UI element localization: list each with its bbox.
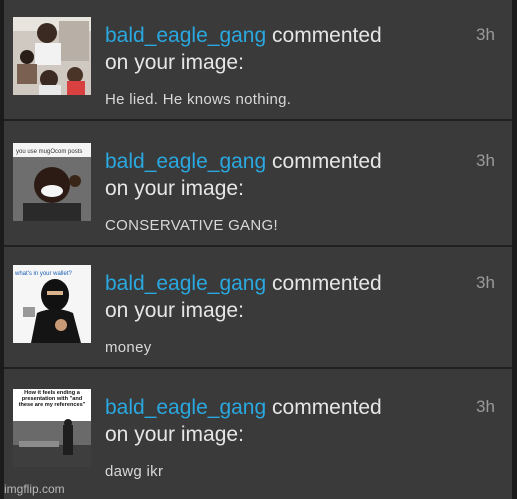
action-object: on your image:	[105, 51, 244, 74]
notification-item[interactable]: what's in your wallet? bald_eagle_gang c…	[4, 248, 512, 369]
action-object: on your image:	[105, 177, 244, 200]
username-link[interactable]: bald_eagle_gang	[105, 396, 266, 419]
comment-text: dawg ikr	[105, 463, 164, 480]
timestamp: 3h	[476, 25, 495, 44]
action-object: on your image:	[105, 423, 244, 446]
thumbnail-caption: what's in your wallet?	[14, 271, 73, 277]
thumbnail-caption: you use mugOcom posts	[16, 149, 82, 155]
comment-text: He lied. He knows nothing.	[105, 91, 292, 108]
action-verb: commented	[272, 272, 382, 295]
username-link[interactable]: bald_eagle_gang	[105, 272, 266, 295]
timestamp: 3h	[476, 151, 495, 170]
username-link[interactable]: bald_eagle_gang	[105, 24, 266, 47]
notifications-panel: bald_eagle_gang commented on your image:…	[4, 0, 512, 499]
notification-item[interactable]: bald_eagle_gang commented on your image:…	[4, 0, 512, 121]
action-object: on your image:	[105, 299, 244, 322]
meme-thumbnail[interactable]	[13, 17, 91, 95]
notification-item[interactable]: you use mugOcom posts bald_eagle_gang co…	[4, 126, 512, 247]
username-link[interactable]: bald_eagle_gang	[105, 150, 266, 173]
comment-text: money	[105, 339, 152, 356]
action-verb: commented	[272, 24, 382, 47]
timestamp: 3h	[476, 273, 495, 292]
meme-thumbnail[interactable]: what's in your wallet?	[13, 265, 91, 343]
action-verb: commented	[272, 396, 382, 419]
notification-item[interactable]: How it feels ending a presentation with …	[4, 372, 512, 493]
imgflip-watermark: imgflip.com	[4, 482, 65, 496]
meme-thumbnail[interactable]: How it feels ending a presentation with …	[13, 389, 91, 467]
comment-text: CONSERVATIVE GANG!	[105, 217, 278, 234]
timestamp: 3h	[476, 397, 495, 416]
meme-thumbnail[interactable]: you use mugOcom posts	[13, 143, 91, 221]
thumbnail-caption: How it feels ending a presentation with …	[18, 390, 86, 408]
action-verb: commented	[272, 150, 382, 173]
